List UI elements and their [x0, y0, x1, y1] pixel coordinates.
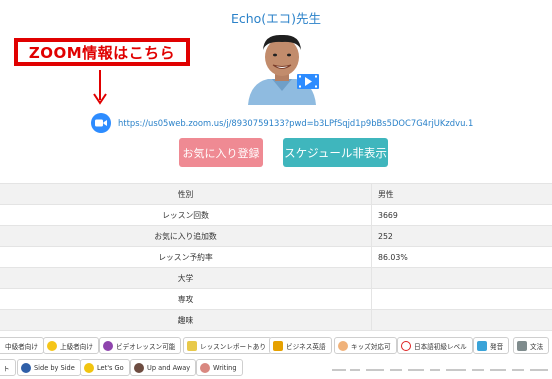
zoom-meeting-link[interactable]: https://us05web.zoom.us/j/8930759133?pwd… — [118, 118, 473, 128]
table-row: 性別 男性 — [0, 183, 552, 205]
book-icon — [200, 362, 210, 373]
profile-label: 専攻 — [0, 288, 372, 310]
tag-video-lesson[interactable]: ビデオレッスン可能 — [99, 337, 182, 354]
profile-value — [371, 267, 552, 289]
tag-japanese-beginner[interactable]: 日本語初級レベル — [397, 337, 473, 354]
tag-partial[interactable]: ト — [0, 359, 16, 376]
hide-schedule-button[interactable]: スケジュール非表示 — [283, 138, 388, 167]
teacher-photo[interactable] — [242, 25, 322, 105]
profile-value: 3669 — [371, 204, 552, 226]
tag-lesson-report[interactable]: レッスンレポートあり — [183, 337, 272, 354]
tag-label: Let's Go — [97, 363, 124, 372]
camera-icon — [95, 119, 107, 127]
tag-lets-go[interactable]: Let's Go — [80, 359, 130, 376]
tag-label: キッズ対応可 — [351, 342, 391, 351]
tag-label: レッスンレポートあり — [200, 342, 266, 351]
table-row: 大学 — [0, 267, 552, 289]
faded-footer-text — [330, 366, 552, 379]
tag-kids[interactable]: キッズ対応可 — [334, 337, 397, 354]
tag-label: 中級者向け — [5, 342, 38, 351]
tag-business-english[interactable]: ビジネス英語 — [269, 337, 332, 354]
tag-label: Writing — [213, 363, 237, 372]
profile-label: 性別 — [0, 183, 372, 205]
tag-label: 発音 — [490, 342, 504, 351]
tag-pronunciation[interactable]: 発音 — [473, 337, 510, 354]
add-favorite-button[interactable]: お気に入り登録 — [179, 138, 263, 167]
child-face-icon — [338, 340, 348, 351]
profile-label: 大学 — [0, 267, 372, 289]
pencil-icon — [517, 340, 527, 351]
trophy-icon — [47, 340, 57, 351]
table-row: レッスン回数 3669 — [0, 204, 552, 226]
book-icon — [21, 362, 31, 373]
profile-label: 趣味 — [0, 309, 372, 331]
tag-side-by-side[interactable]: Side by Side — [17, 359, 81, 376]
table-row: お気に入り追加数 252 — [0, 225, 552, 247]
profile-label: レッスン回数 — [0, 204, 372, 226]
tag-intermediate[interactable]: 中級者向け — [0, 337, 44, 354]
tag-label: ビジネス英語 — [286, 342, 326, 351]
profile-label: お気に入り追加数 — [0, 225, 372, 247]
table-row: レッスン予約率 86.03% — [0, 246, 552, 268]
profile-table: 性別 男性 レッスン回数 3669 お気に入り追加数 252 レッスン予約率 8… — [0, 183, 552, 331]
teacher-avatar-image — [242, 25, 322, 105]
tag-writing[interactable]: Writing — [196, 359, 243, 376]
zoom-video-icon[interactable] — [91, 113, 111, 133]
tag-label: Side by Side — [34, 363, 75, 372]
profile-value — [371, 288, 552, 310]
book-icon — [84, 362, 94, 373]
table-row: 専攻 — [0, 288, 552, 310]
tag-label: Up and Away — [147, 363, 191, 372]
profile-value: 男性 — [371, 183, 552, 205]
zoom-info-callout: ZOOM情報はこちら — [14, 38, 190, 66]
japan-flag-icon — [401, 340, 411, 351]
briefcase-icon — [273, 340, 283, 351]
profile-value: 86.03% — [371, 246, 552, 268]
tag-label: 日本語初級レベル — [414, 342, 467, 351]
book-icon — [134, 362, 144, 373]
tag-label: ト — [3, 364, 10, 373]
video-icon — [103, 340, 113, 351]
down-arrow-icon — [93, 70, 107, 105]
profile-label: レッスン予約率 — [0, 246, 372, 268]
tag-label: 文法 — [530, 342, 544, 351]
table-row: 趣味 — [0, 309, 552, 331]
video-icon — [297, 74, 319, 89]
tag-grammar[interactable]: 文法 — [513, 337, 550, 354]
profile-value — [371, 309, 552, 331]
tag-advanced[interactable]: 上級者向け — [43, 337, 99, 354]
star-icon — [187, 340, 197, 351]
speaker-icon — [477, 340, 487, 351]
tag-label: ビデオレッスン可能 — [116, 342, 176, 351]
tag-label: 上級者向け — [60, 342, 93, 351]
faded-text-decoration — [332, 369, 548, 371]
profile-value: 252 — [371, 225, 552, 247]
tag-up-and-away[interactable]: Up and Away — [130, 359, 197, 376]
